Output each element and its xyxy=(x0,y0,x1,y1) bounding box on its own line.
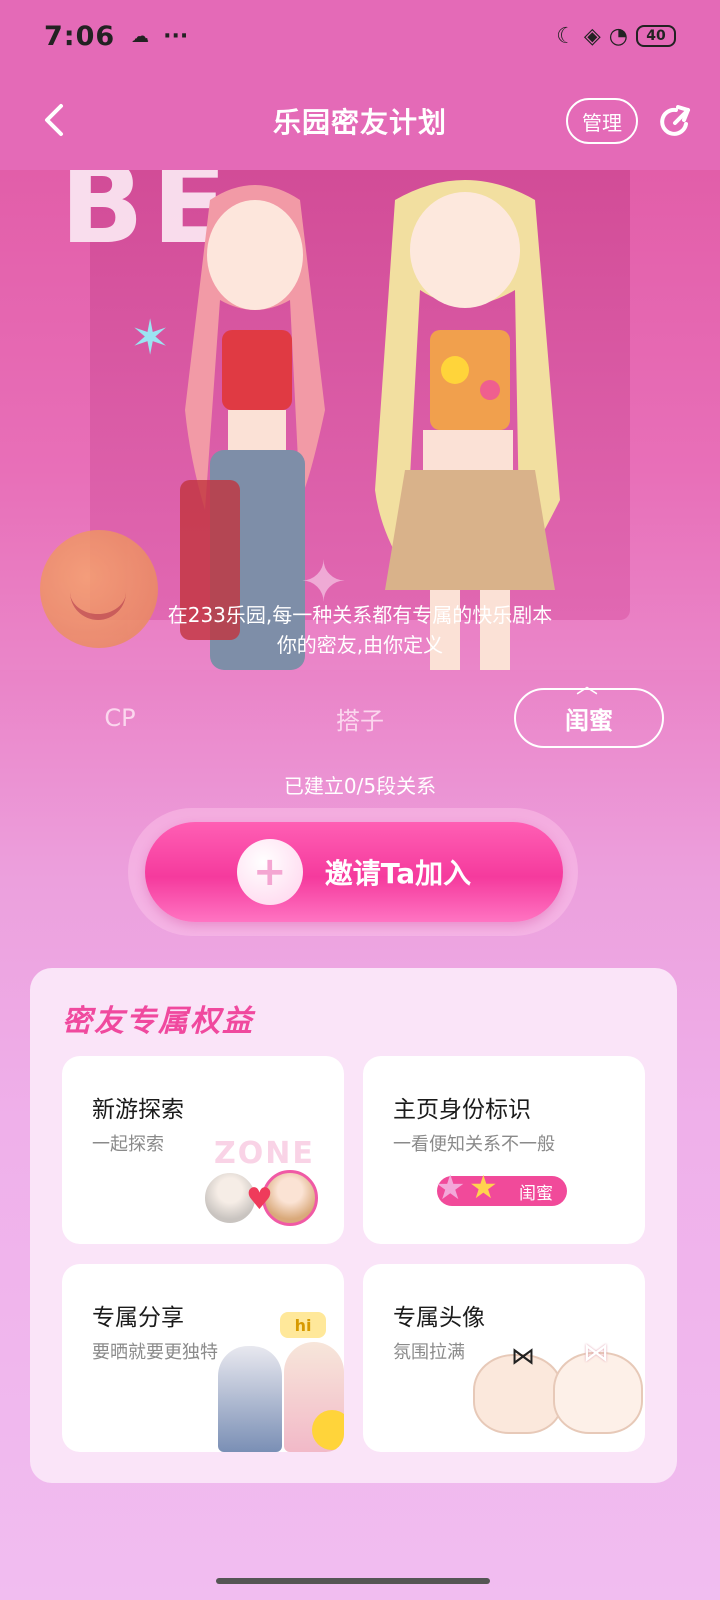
heart-icon: ♥ xyxy=(246,1182,273,1217)
page-title: 乐园密友计划 xyxy=(272,106,447,139)
benefit-tile-new-game[interactable]: 新游探索 一起探索 ZONE ♥ xyxy=(62,1056,344,1244)
zone-lettering: ZONE xyxy=(214,1136,315,1171)
share-button[interactable] xyxy=(656,102,696,142)
hi-badge: hi xyxy=(280,1312,326,1338)
manage-button[interactable]: 管理 xyxy=(566,98,638,144)
relation-tabs: CP 搭子 闺蜜 xyxy=(0,688,720,748)
benefit-tile-title: 主页身份标识 xyxy=(393,1097,531,1123)
wifi-icon: ◔ xyxy=(608,23,628,49)
benefit-tile-identity[interactable]: 主页身份标识 一看便知关系不一般 闺蜜 ★ ★ xyxy=(363,1056,645,1244)
tab-cp[interactable]: CP xyxy=(60,688,180,748)
plus-icon: + xyxy=(236,839,303,905)
share-icon xyxy=(660,105,690,136)
battery-level: 40 xyxy=(646,28,666,44)
star-icon: ★ xyxy=(435,1168,466,1208)
battery-icon: 40 xyxy=(636,25,676,47)
moon-icon: ☾ xyxy=(556,23,576,49)
hero-banner: BE ✶ ✦ 在233乐园,每一种关系都有专属的快乐剧本 你的密友,由你定义 xyxy=(0,170,720,670)
character-illustration-right xyxy=(375,180,560,670)
benefit-tile-desc: 一看便知关系不一般 xyxy=(393,1134,555,1155)
home-indicator[interactable] xyxy=(216,1578,490,1584)
tab-guimi[interactable]: 闺蜜 xyxy=(514,688,664,748)
benefit-tile-share[interactable]: 专属分享 要晒就要更独特 hi xyxy=(62,1264,344,1452)
invite-button[interactable]: + 邀请Ta加入 xyxy=(145,822,563,922)
back-button[interactable] xyxy=(34,100,74,140)
app-notif-icon: ◈ xyxy=(583,23,601,49)
status-icons: ☾ ◈ ◔ 40 xyxy=(556,24,676,49)
more-notifications-icon: ··· xyxy=(163,23,189,49)
status-bar: 7:06 ☁ ··· ☾ ◈ ◔ 40 xyxy=(0,0,720,72)
tab-dazi[interactable]: 搭子 xyxy=(300,688,420,748)
benefit-tile-title: 专属头像 xyxy=(393,1305,485,1331)
relation-count-text: 已建立0/5段关系 xyxy=(283,774,437,798)
hero-caption: 在233乐园,每一种关系都有专属的快乐剧本 你的密友,由你定义 xyxy=(0,600,720,660)
top-nav-bar: 乐园密友计划 管理 xyxy=(0,72,720,170)
chevron-left-icon xyxy=(45,104,63,136)
bow-icon: ⋈ xyxy=(583,1338,609,1368)
benefits-title: 密友专属权益 xyxy=(62,1004,254,1039)
status-time: 7:06 xyxy=(44,20,116,52)
smiley-icon xyxy=(312,1410,344,1450)
benefit-tile-title: 新游探索 xyxy=(92,1097,184,1123)
hero-caption-line1: 在233乐园,每一种关系都有专属的快乐剧本 xyxy=(167,603,553,627)
benefit-tile-title: 专属分享 xyxy=(92,1305,184,1331)
character-illustration xyxy=(218,1346,282,1452)
benefit-tile-desc: 氛围拉满 xyxy=(393,1342,465,1363)
benefit-tile-avatar[interactable]: 专属头像 氛围拉满 ⋈ ⋈ xyxy=(363,1264,645,1452)
hero-caption-line2: 你的密友,由你定义 xyxy=(276,633,444,657)
star-icon: ★ xyxy=(469,1168,498,1206)
invite-button-label: 邀请Ta加入 xyxy=(324,857,472,890)
benefits-card: 密友专属权益 新游探索 一起探索 ZONE ♥ 主页身份标识 一看便知关系不一般… xyxy=(30,968,677,1483)
notification-icon: ☁ xyxy=(131,25,150,47)
benefit-tile-desc: 要晒就要更独特 xyxy=(92,1342,218,1363)
bow-icon: ⋈ xyxy=(511,1342,535,1370)
benefit-tile-desc: 一起探索 xyxy=(92,1134,164,1155)
